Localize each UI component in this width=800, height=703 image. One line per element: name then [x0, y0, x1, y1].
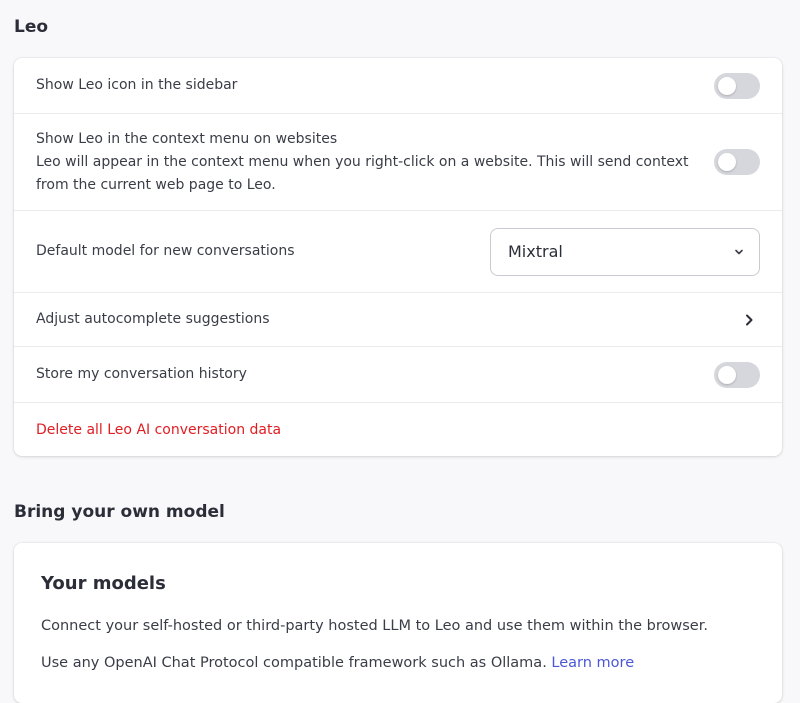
leo-settings-card: Show Leo icon in the sidebar Show Leo in… [14, 58, 782, 456]
protocol-text-line: Use any OpenAI Chat Protocol compatible … [41, 655, 634, 671]
default-model-label: Default model for new conversations [36, 243, 295, 259]
delete-conversation-data-link[interactable]: Delete all Leo AI conversation data [36, 422, 281, 438]
autocomplete-label: Adjust autocomplete suggestions [36, 311, 270, 327]
setting-row-default-model: Default model for new conversations Mixt… [14, 211, 782, 293]
context-menu-description-line-2: from the current web page to Leo. [36, 176, 276, 193]
toggle-knob [718, 76, 736, 95]
section-title-leo: Leo [14, 17, 49, 37]
history-label: Store my conversation history [36, 366, 247, 382]
your-models-card: Your models Connect your self-hosted or … [14, 543, 782, 703]
section-title-byom: Bring your own model [14, 502, 225, 522]
your-models-title: Your models [41, 573, 166, 594]
show-icon-toggle[interactable] [714, 72, 760, 99]
learn-more-link[interactable]: Learn more [551, 655, 634, 671]
context-menu-text: Show Leo in the context menu on websites… [36, 128, 688, 197]
toggle-knob [718, 365, 736, 384]
default-model-select[interactable]: Mixtral [490, 227, 760, 276]
protocol-text: Use any OpenAI Chat Protocol compatible … [41, 655, 547, 671]
setting-row-autocomplete[interactable]: Adjust autocomplete suggestions [14, 293, 782, 347]
store-history-toggle[interactable] [714, 361, 760, 388]
chevron-down-icon [735, 249, 743, 254]
toggle-knob [718, 153, 736, 171]
show-icon-label: Show Leo icon in the sidebar [36, 77, 238, 93]
context-menu-description-line-1: Leo will appear in the context menu when… [36, 153, 689, 170]
setting-row-delete-data: Delete all Leo AI conversation data [14, 403, 782, 456]
chevron-right-icon [746, 314, 753, 325]
default-model-value: Mixtral [508, 242, 563, 261]
your-models-intro: Connect your self-hosted or third-party … [41, 618, 708, 634]
setting-row-context-menu: Show Leo in the context menu on websites… [14, 114, 782, 211]
setting-row-store-history: Store my conversation history [14, 347, 782, 403]
setting-row-show-icon: Show Leo icon in the sidebar [14, 58, 782, 114]
context-menu-toggle[interactable] [714, 149, 760, 175]
context-menu-label: Show Leo in the context menu on websites [36, 130, 338, 147]
